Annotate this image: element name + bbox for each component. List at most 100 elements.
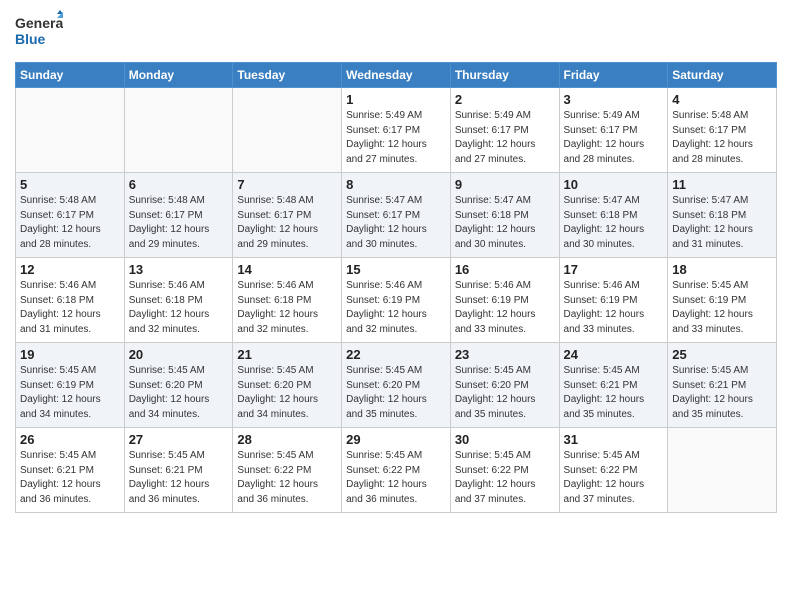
day-detail: Sunrise: 5:45 AM Sunset: 6:20 PM Dayligh… [237, 364, 337, 422]
day-number: 25 [672, 347, 772, 362]
day-number: 16 [455, 262, 555, 277]
calendar-cell [16, 88, 125, 173]
calendar-cell [233, 88, 342, 173]
day-detail: Sunrise: 5:45 AM Sunset: 6:21 PM Dayligh… [672, 364, 772, 422]
week-row-4: 19Sunrise: 5:45 AM Sunset: 6:19 PM Dayli… [16, 343, 777, 428]
weekday-header-wednesday: Wednesday [342, 63, 451, 88]
calendar-table: SundayMondayTuesdayWednesdayThursdayFrid… [15, 62, 777, 513]
day-number: 14 [237, 262, 337, 277]
day-number: 31 [564, 432, 664, 447]
day-detail: Sunrise: 5:45 AM Sunset: 6:20 PM Dayligh… [346, 364, 446, 422]
calendar-cell: 9Sunrise: 5:47 AM Sunset: 6:18 PM Daylig… [450, 173, 559, 258]
day-detail: Sunrise: 5:47 AM Sunset: 6:18 PM Dayligh… [455, 194, 555, 252]
svg-text:Blue: Blue [15, 31, 46, 47]
day-number: 12 [20, 262, 120, 277]
calendar-cell: 5 Sunrise: 5:48 AM Sunset: 6:17 PM Daylig… [16, 173, 125, 258]
day-number: 2 [455, 92, 555, 107]
day-number: 6 [129, 177, 229, 192]
day-number: 5 [20, 177, 120, 192]
calendar-cell [124, 88, 233, 173]
day-detail: Sunrise: 5:45 AM Sunset: 6:21 PM Dayligh… [564, 364, 664, 422]
day-detail: Sunrise: 5:45 AM Sunset: 6:19 PM Dayligh… [672, 279, 772, 337]
day-detail: Sunrise: 5:45 AM Sunset: 6:20 PM Dayligh… [455, 364, 555, 422]
day-detail: Sunrise: 5:45 AM Sunset: 6:20 PM Dayligh… [129, 364, 229, 422]
day-detail: Sunrise: 5:48 AM Sunset: 6:17 PM Dayligh… [20, 194, 120, 252]
day-detail: Sunrise: 5:49 AM Sunset: 6:17 PM Dayligh… [346, 109, 446, 167]
day-number: 18 [672, 262, 772, 277]
day-detail: Sunrise: 5:45 AM Sunset: 6:19 PM Dayligh… [20, 364, 120, 422]
day-number: 30 [455, 432, 555, 447]
day-detail: Sunrise: 5:46 AM Sunset: 6:18 PM Dayligh… [129, 279, 229, 337]
day-detail: Sunrise: 5:49 AM Sunset: 6:17 PM Dayligh… [564, 109, 664, 167]
day-detail: Sunrise: 5:45 AM Sunset: 6:22 PM Dayligh… [346, 449, 446, 507]
day-detail: Sunrise: 5:48 AM Sunset: 6:17 PM Dayligh… [672, 109, 772, 167]
calendar-cell: 30 Sunrise: 5:45 AM Sunset: 6:22 PM Dayli… [450, 428, 559, 513]
calendar-cell: 26 Sunrise: 5:45 AM Sunset: 6:21 PM Dayli… [16, 428, 125, 513]
weekday-header-thursday: Thursday [450, 63, 559, 88]
calendar-cell: 25 Sunrise: 5:45 AM Sunset: 6:21 PM Dayli… [668, 343, 777, 428]
day-detail: Sunrise: 5:45 AM Sunset: 6:22 PM Dayligh… [564, 449, 664, 507]
logo-svg: General Blue [15, 10, 63, 54]
calendar-cell: 3 Sunrise: 5:49 AM Sunset: 6:17 PM Daylig… [559, 88, 668, 173]
svg-text:General: General [15, 15, 63, 31]
calendar-cell: 21 Sunrise: 5:45 AM Sunset: 6:20 PM Dayli… [233, 343, 342, 428]
week-row-1: 1Sunrise: 5:49 AM Sunset: 6:17 PM Daylig… [16, 88, 777, 173]
weekday-header-sunday: Sunday [16, 63, 125, 88]
calendar-cell: 23Sunrise: 5:45 AM Sunset: 6:20 PM Dayli… [450, 343, 559, 428]
calendar-cell: 10 Sunrise: 5:47 AM Sunset: 6:18 PM Dayli… [559, 173, 668, 258]
weekday-header-row: SundayMondayTuesdayWednesdayThursdayFrid… [16, 63, 777, 88]
day-number: 3 [564, 92, 664, 107]
day-detail: Sunrise: 5:46 AM Sunset: 6:18 PM Dayligh… [237, 279, 337, 337]
page-header: General Blue [15, 10, 777, 54]
calendar-cell: 8 Sunrise: 5:47 AM Sunset: 6:17 PM Daylig… [342, 173, 451, 258]
calendar-cell: 13 Sunrise: 5:46 AM Sunset: 6:18 PM Dayli… [124, 258, 233, 343]
calendar-cell [668, 428, 777, 513]
logo: General Blue [15, 10, 63, 54]
day-number: 8 [346, 177, 446, 192]
day-detail: Sunrise: 5:46 AM Sunset: 6:19 PM Dayligh… [346, 279, 446, 337]
day-number: 15 [346, 262, 446, 277]
day-detail: Sunrise: 5:47 AM Sunset: 6:17 PM Dayligh… [346, 194, 446, 252]
day-number: 13 [129, 262, 229, 277]
week-row-3: 12 Sunrise: 5:46 AM Sunset: 6:18 PM Dayli… [16, 258, 777, 343]
calendar-cell: 1Sunrise: 5:49 AM Sunset: 6:17 PM Daylig… [342, 88, 451, 173]
day-detail: Sunrise: 5:46 AM Sunset: 6:19 PM Dayligh… [455, 279, 555, 337]
calendar-cell: 28Sunrise: 5:45 AM Sunset: 6:22 PM Dayli… [233, 428, 342, 513]
day-detail: Sunrise: 5:45 AM Sunset: 6:21 PM Dayligh… [20, 449, 120, 507]
calendar-cell: 4Sunrise: 5:48 AM Sunset: 6:17 PM Daylig… [668, 88, 777, 173]
weekday-header-friday: Friday [559, 63, 668, 88]
day-detail: Sunrise: 5:45 AM Sunset: 6:22 PM Dayligh… [455, 449, 555, 507]
day-number: 24 [564, 347, 664, 362]
day-number: 17 [564, 262, 664, 277]
day-detail: Sunrise: 5:46 AM Sunset: 6:19 PM Dayligh… [564, 279, 664, 337]
calendar-cell: 6Sunrise: 5:48 AM Sunset: 6:17 PM Daylig… [124, 173, 233, 258]
day-detail: Sunrise: 5:46 AM Sunset: 6:18 PM Dayligh… [20, 279, 120, 337]
calendar-cell: 29 Sunrise: 5:45 AM Sunset: 6:22 PM Dayli… [342, 428, 451, 513]
calendar-cell: 27 Sunrise: 5:45 AM Sunset: 6:21 PM Dayli… [124, 428, 233, 513]
week-row-5: 26 Sunrise: 5:45 AM Sunset: 6:21 PM Dayli… [16, 428, 777, 513]
calendar-cell: 18 Sunrise: 5:45 AM Sunset: 6:19 PM Dayli… [668, 258, 777, 343]
day-number: 21 [237, 347, 337, 362]
calendar-cell: 17 Sunrise: 5:46 AM Sunset: 6:19 PM Dayli… [559, 258, 668, 343]
day-number: 22 [346, 347, 446, 362]
day-number: 29 [346, 432, 446, 447]
day-number: 11 [672, 177, 772, 192]
day-number: 26 [20, 432, 120, 447]
day-number: 27 [129, 432, 229, 447]
day-detail: Sunrise: 5:48 AM Sunset: 6:17 PM Dayligh… [237, 194, 337, 252]
day-number: 28 [237, 432, 337, 447]
calendar-cell: 15 Sunrise: 5:46 AM Sunset: 6:19 PM Dayli… [342, 258, 451, 343]
day-detail: Sunrise: 5:47 AM Sunset: 6:18 PM Dayligh… [672, 194, 772, 252]
week-row-2: 5 Sunrise: 5:48 AM Sunset: 6:17 PM Daylig… [16, 173, 777, 258]
calendar-cell: 11 Sunrise: 5:47 AM Sunset: 6:18 PM Dayli… [668, 173, 777, 258]
weekday-header-tuesday: Tuesday [233, 63, 342, 88]
weekday-header-monday: Monday [124, 63, 233, 88]
weekday-header-saturday: Saturday [668, 63, 777, 88]
calendar-cell: 22 Sunrise: 5:45 AM Sunset: 6:20 PM Dayli… [342, 343, 451, 428]
day-detail: Sunrise: 5:47 AM Sunset: 6:18 PM Dayligh… [564, 194, 664, 252]
day-detail: Sunrise: 5:49 AM Sunset: 6:17 PM Dayligh… [455, 109, 555, 167]
calendar-cell: 24 Sunrise: 5:45 AM Sunset: 6:21 PM Dayli… [559, 343, 668, 428]
calendar-cell: 19Sunrise: 5:45 AM Sunset: 6:19 PM Dayli… [16, 343, 125, 428]
day-number: 10 [564, 177, 664, 192]
day-detail: Sunrise: 5:45 AM Sunset: 6:21 PM Dayligh… [129, 449, 229, 507]
